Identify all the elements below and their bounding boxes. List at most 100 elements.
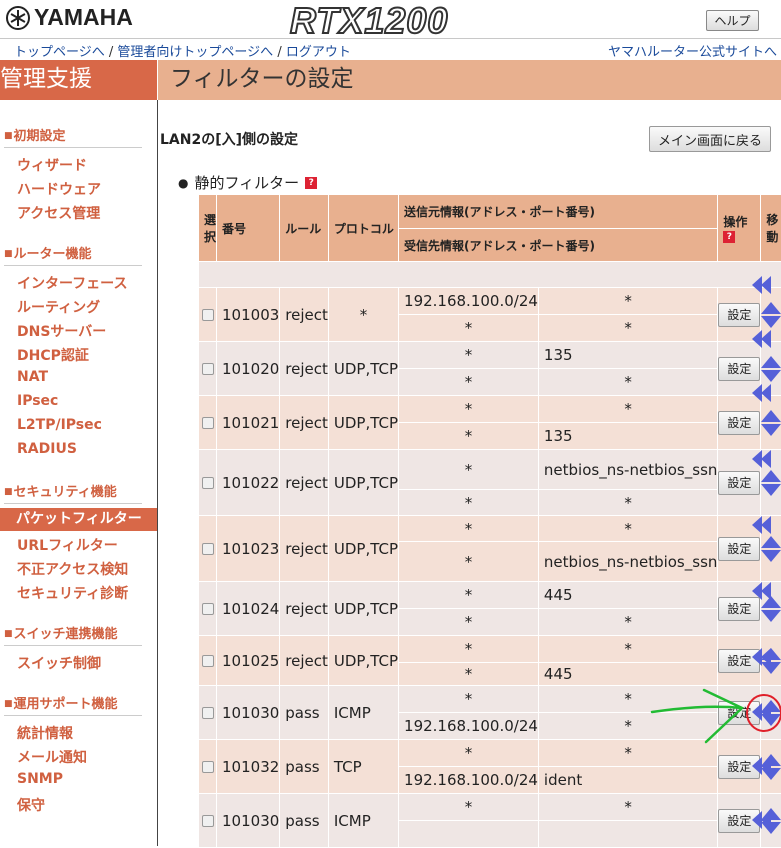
source-address: *: [399, 396, 539, 423]
insert-arrow-icon[interactable]: [752, 648, 774, 666]
top-navigation: トップページへ / 管理者向けトップページへ / ログアウト ヤマハルーター公式…: [0, 38, 781, 58]
table-row: 101021rejectUDP,TCP**設定: [199, 396, 781, 423]
header-source: 送信元情報(アドレス・ポート番号): [399, 195, 718, 229]
sidebar-item-dhcp[interactable]: DHCP認証: [17, 345, 89, 365]
source-address: *: [399, 582, 539, 609]
move-up-down-icon[interactable]: [761, 356, 781, 382]
move-up-down-icon[interactable]: [761, 536, 781, 562]
destination-address: 192.168.100.0/24: [399, 767, 539, 794]
rule-action: reject: [280, 516, 329, 582]
brand-name: YAMAHA: [34, 4, 133, 31]
filter-rows: 101003reject*192.168.100.0/24*設定**101020…: [199, 288, 781, 848]
sidebar-item-intrusion-detection[interactable]: 不正アクセス検知: [17, 559, 128, 579]
sidebar-group-initial-setup: 初期設定: [4, 125, 142, 148]
top-page-link[interactable]: トップページへ: [14, 45, 105, 60]
rule-protocol: ICMP: [328, 686, 398, 740]
model-name: RTX1200: [290, 0, 448, 42]
set-button[interactable]: 設定: [718, 411, 760, 435]
row-select-checkbox[interactable]: [202, 543, 214, 555]
sidebar-item-snmp[interactable]: SNMP: [17, 771, 63, 787]
set-button[interactable]: 設定: [718, 357, 760, 381]
destination-port: *: [538, 369, 717, 396]
sidebar-item-statistics[interactable]: 統計情報: [17, 723, 73, 743]
help-icon[interactable]: ?: [723, 231, 735, 243]
row-select-checkbox[interactable]: [202, 761, 214, 773]
row-select-checkbox[interactable]: [202, 603, 214, 615]
sidebar-item-interface[interactable]: インターフェース: [17, 273, 127, 293]
source-port: *: [538, 740, 717, 767]
sidebar-item-nat[interactable]: NAT: [17, 369, 48, 385]
static-filter-heading: ● 静的フィルター ?: [178, 172, 317, 193]
help-button[interactable]: ヘルプ: [706, 10, 759, 31]
source-port: *: [538, 636, 717, 663]
select-cell: [199, 342, 217, 396]
insert-arrow-icon[interactable]: [752, 516, 774, 534]
insert-arrow-icon[interactable]: [752, 276, 774, 294]
official-site-link[interactable]: ヤマハルーター公式サイトへ: [608, 41, 777, 60]
rule-number: 101003: [217, 288, 280, 342]
insert-arrow-icon[interactable]: [752, 582, 774, 600]
set-button[interactable]: 設定: [718, 303, 760, 327]
move-up-down-icon[interactable]: [761, 470, 781, 496]
header-operation: 操作 ?: [718, 195, 761, 262]
sidebar-item-url-filter[interactable]: URLフィルター: [17, 535, 118, 555]
sidebar-item-access-management[interactable]: アクセス管理: [17, 203, 100, 223]
row-select-checkbox[interactable]: [202, 707, 214, 719]
source-address: *: [399, 342, 539, 369]
insert-arrow-icon[interactable]: [752, 330, 774, 348]
rule-number: 101025: [217, 636, 280, 686]
row-select-checkbox[interactable]: [202, 477, 214, 489]
set-button[interactable]: 設定: [718, 597, 760, 621]
destination-address: 192.168.100.0/24: [399, 713, 539, 740]
logout-link[interactable]: ログアウト: [286, 45, 351, 60]
row-select-checkbox[interactable]: [202, 417, 214, 429]
help-icon[interactable]: ?: [305, 177, 317, 189]
destination-port: 445: [538, 663, 717, 686]
header-select: 選択: [199, 195, 217, 262]
sidebar-item-wizard[interactable]: ウィザード: [17, 155, 87, 175]
destination-address: *: [399, 369, 539, 396]
sidebar-item-packet-filter[interactable]: パケットフィルター: [0, 508, 157, 531]
sidebar-item-switch-control[interactable]: スイッチ制御: [17, 653, 101, 673]
sidebar-item-ipsec[interactable]: IPsec: [17, 393, 58, 409]
insert-arrow-icon[interactable]: [752, 384, 774, 402]
rule-action: reject: [280, 450, 329, 516]
source-port: *: [538, 396, 717, 423]
destination-address: [399, 821, 539, 848]
source-port: 445: [538, 582, 717, 609]
rule-protocol: UDP,TCP: [328, 582, 398, 636]
destination-port: ident: [538, 767, 717, 794]
rule-protocol: UDP,TCP: [328, 636, 398, 686]
insert-arrow-icon[interactable]: [752, 703, 774, 721]
select-cell: [199, 450, 217, 516]
header-rule: ルール: [280, 195, 329, 262]
row-select-checkbox[interactable]: [202, 655, 214, 667]
move-up-down-icon[interactable]: [761, 302, 781, 328]
row-select-checkbox[interactable]: [202, 815, 214, 827]
sidebar-item-hardware[interactable]: ハードウェア: [17, 179, 101, 199]
set-button[interactable]: 設定: [718, 471, 760, 495]
sidebar-item-security-diagnosis[interactable]: セキュリティ診断: [17, 583, 128, 603]
header-destination: 受信先情報(アドレス・ポート番号): [399, 229, 718, 262]
source-address: *: [399, 450, 539, 490]
insert-arrow-icon[interactable]: [752, 757, 774, 775]
bullet-icon: ●: [178, 176, 188, 190]
rule-action: pass: [280, 740, 329, 794]
sidebar-item-l2tp-ipsec[interactable]: L2TP/IPsec: [17, 417, 102, 433]
rule-number: 101021: [217, 396, 280, 450]
row-select-checkbox[interactable]: [202, 309, 214, 321]
sidebar-item-dns-server[interactable]: DNSサーバー: [17, 321, 106, 341]
sidebar-item-routing[interactable]: ルーティング: [17, 297, 100, 317]
set-button[interactable]: 設定: [718, 537, 760, 561]
sidebar-item-maintenance[interactable]: 保守: [17, 795, 45, 815]
move-up-down-icon[interactable]: [761, 410, 781, 436]
admin-top-page-link[interactable]: 管理者向けトップページへ: [117, 45, 273, 60]
back-to-main-button[interactable]: メイン画面に戻る: [649, 126, 771, 152]
insert-arrow-icon[interactable]: [752, 450, 774, 468]
sidebar-item-mail-notification[interactable]: メール通知: [17, 747, 87, 767]
source-port: 135: [538, 342, 717, 369]
insert-arrow-icon[interactable]: [752, 811, 774, 829]
table-row: 101025rejectUDP,TCP**設定: [199, 636, 781, 663]
row-select-checkbox[interactable]: [202, 363, 214, 375]
sidebar-item-radius[interactable]: RADIUS: [17, 441, 77, 457]
